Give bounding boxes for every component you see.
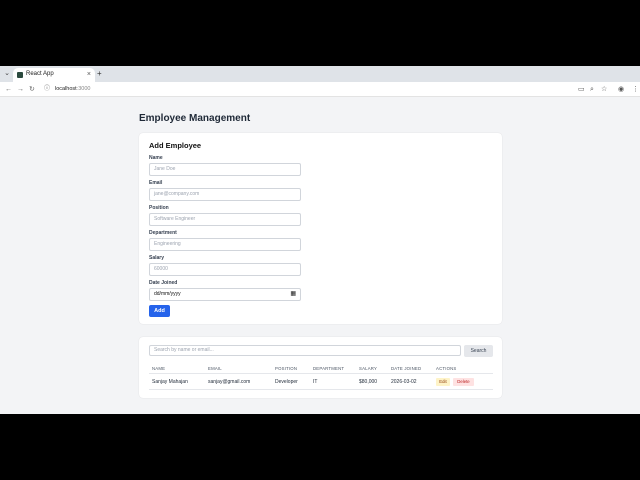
column-header-name: NAME (152, 366, 166, 371)
department-label: Department (149, 230, 177, 236)
profile-icon[interactable]: ◉ (618, 85, 624, 94)
tab-search-icon[interactable]: ⌄ (3, 70, 11, 78)
column-header-email: EMAIL (208, 366, 222, 371)
search-button[interactable]: Search (464, 345, 493, 357)
date-placeholder: dd/mm/yyyy (154, 291, 181, 297)
page-content: Employee Management Add Employee Name Ja… (0, 98, 640, 414)
salary-input[interactable]: 60000 (149, 263, 301, 276)
salary-label: Salary (149, 255, 165, 261)
position-label: Position (149, 205, 169, 211)
row-divider (149, 389, 493, 390)
browser-window: ⌄ React App × + ← → ↻ ⓘ localhost:3000 ▭… (0, 66, 640, 414)
menu-kebab-icon[interactable]: ⋮ (632, 85, 639, 94)
date-joined-input[interactable]: dd/mm/yyyy ▦ (149, 288, 301, 301)
cell-salary: $80,000 (359, 379, 378, 385)
header-divider (149, 373, 493, 374)
form-heading: Add Employee (149, 141, 202, 150)
name-input[interactable]: Jane Doe (149, 163, 301, 176)
employee-list-card: Search by name or email... Search NAME E… (139, 337, 502, 398)
calendar-icon[interactable]: ▦ (290, 289, 296, 300)
close-tab-icon[interactable]: × (87, 70, 91, 79)
cell-email: sanjay@gmail.com (208, 379, 251, 385)
cell-position: Developer (275, 379, 298, 385)
reload-icon[interactable]: ↻ (29, 85, 35, 94)
column-header-salary: SALARY (359, 366, 378, 371)
name-label: Name (149, 155, 163, 161)
column-header-date-joined: DATE JOINED (391, 366, 422, 371)
tab-title: React App (26, 71, 54, 77)
edit-button[interactable]: Edit (436, 378, 450, 386)
delete-button[interactable]: Delete (453, 378, 474, 386)
url-port: :3000 (76, 86, 91, 92)
date-joined-label: Date Joined (149, 280, 178, 286)
favicon-icon (17, 72, 23, 78)
column-header-position: POSITION (275, 366, 298, 371)
add-button[interactable]: Add (149, 305, 170, 317)
page-title: Employee Management (139, 113, 251, 124)
site-info-icon[interactable]: ⓘ (44, 85, 50, 94)
column-header-department: DEPARTMENT (313, 366, 345, 371)
url-field[interactable]: ⓘ localhost:3000 (40, 84, 570, 95)
cast-icon[interactable]: ▭ (578, 85, 585, 94)
email-label: Email (149, 180, 163, 186)
email-input[interactable]: jane@company.com (149, 188, 301, 201)
zoom-icon[interactable]: ⌕ (590, 85, 594, 94)
tab-react-app[interactable]: React App × (13, 68, 95, 82)
cell-date-joined: 2026-03-02 (391, 379, 417, 385)
new-tab-button[interactable]: + (97, 69, 102, 78)
search-input[interactable]: Search by name or email... (149, 345, 461, 356)
cell-name: Sanjay Mahajan (152, 379, 188, 385)
back-icon[interactable]: ← (5, 85, 12, 94)
cell-department: IT (313, 379, 318, 385)
tab-strip: ⌄ React App × + (0, 66, 640, 82)
url-host: localhost (55, 86, 77, 92)
column-header-actions: ACTIONS (436, 366, 457, 371)
department-input[interactable]: Engineering (149, 238, 301, 251)
position-input[interactable]: Software Engineer (149, 213, 301, 226)
add-employee-card: Add Employee Name Jane Doe Email jane@co… (139, 133, 502, 324)
address-bar: ← → ↻ ⓘ localhost:3000 ▭ ⌕ ☆ ◉ ⋮ (0, 82, 640, 97)
forward-icon[interactable]: → (17, 85, 24, 94)
bookmark-star-icon[interactable]: ☆ (601, 85, 607, 94)
